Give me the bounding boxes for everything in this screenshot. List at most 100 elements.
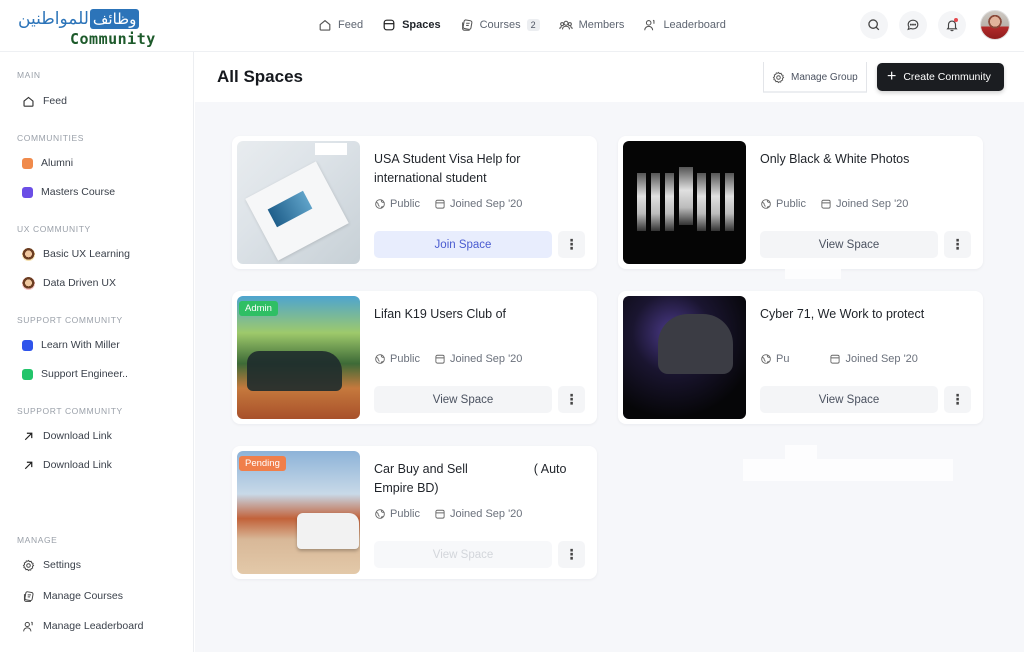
more-vertical-icon: ⋮ — [950, 236, 965, 252]
messages-button[interactable] — [899, 11, 927, 39]
logo-english-text: Community — [70, 30, 156, 48]
globe-icon — [761, 199, 771, 209]
calendar-icon — [435, 354, 445, 364]
joined-date: Joined Sep '20 — [449, 508, 523, 520]
space-title: Cyber 71, We Work to protect — [760, 307, 925, 321]
space-card: Pending Car Buy and Sell ( Auto Empire B… — [232, 446, 597, 579]
sidebar-item-label: Basic UX Learning — [43, 248, 130, 260]
user-avatar[interactable] — [980, 10, 1010, 40]
ghost-artifact — [785, 445, 817, 459]
sidebar-item-label: Settings — [43, 559, 81, 571]
space-card: Cyber 71, We Work to protect Pu Joined S… — [618, 291, 983, 424]
more-vertical-icon: ⋮ — [564, 391, 579, 407]
home-icon — [319, 19, 331, 31]
view-space-button-disabled: View Space — [374, 541, 552, 568]
more-options-button[interactable]: ⋮ — [558, 541, 585, 568]
nav-spaces[interactable]: Spaces — [382, 14, 441, 36]
nav-courses-label: Courses — [479, 19, 521, 31]
space-title: Lifan K19 Users Club of — [374, 307, 507, 321]
sidebar-item-label: Alumni — [41, 157, 74, 169]
color-square-icon — [22, 157, 33, 169]
plus-icon: + — [887, 68, 897, 85]
sidebar-item-learn-with-miller[interactable]: Learn With Miller — [22, 337, 120, 353]
space-thumbnail[interactable] — [623, 141, 746, 264]
logo-arabic-text: للمواطنين — [18, 9, 89, 29]
space-thumbnail[interactable]: Pending — [237, 451, 360, 574]
sidebar-item-masters-course[interactable]: Masters Course — [22, 184, 115, 200]
sidebar-item-label: Masters Course — [41, 186, 116, 198]
courses-icon — [23, 590, 34, 602]
ghost-artifact — [785, 269, 841, 279]
more-vertical-icon: ⋮ — [564, 236, 579, 252]
joined-date: Joined Sep '20 — [449, 353, 523, 365]
sidebar-item-download-link[interactable]: Download Link — [22, 428, 112, 444]
sidebar-section-title: SUPPORT COMMUNITY — [17, 406, 123, 416]
sidebar-item-basic-ux-learning[interactable]: Basic UX Learning — [22, 246, 130, 262]
more-vertical-icon: ⋮ — [564, 546, 579, 562]
arrow-up-right-icon — [24, 432, 33, 440]
more-options-button[interactable]: ⋮ — [558, 231, 585, 258]
sidebar-section-title: UX COMMUNITY — [17, 224, 91, 234]
sidebar-item-download-link[interactable]: Download Link — [22, 457, 112, 473]
sidebar-section-title: COMMUNITIES — [17, 133, 85, 143]
view-space-button[interactable]: View Space — [760, 386, 938, 413]
sidebar-item-label: Download Link — [43, 459, 112, 471]
sidebar-item-manage-leaderboard[interactable]: Manage Leaderboard — [22, 618, 143, 634]
logo-arabic-highlight: وظائف — [89, 9, 140, 29]
more-options-button[interactable]: ⋮ — [558, 386, 585, 413]
ghost-artifact — [743, 459, 953, 481]
logo[interactable]: للمواطنين وظائف Community — [18, 8, 156, 50]
space-thumbnail[interactable] — [237, 141, 360, 264]
gear-icon — [772, 71, 785, 83]
sidebar-section-title: MAIN — [17, 70, 41, 80]
calendar-icon — [435, 199, 445, 209]
nav-feed[interactable]: Feed — [318, 14, 363, 36]
sidebar-item-alumni[interactable]: Alumni — [22, 155, 73, 171]
space-meta: Public Joined Sep '20 — [760, 198, 922, 210]
notification-dot — [954, 18, 958, 22]
calendar-icon — [830, 354, 841, 364]
nav-members-label: Members — [578, 19, 625, 31]
space-meta: Public Joined Sep '20 — [374, 198, 536, 210]
color-square-icon — [22, 186, 33, 198]
avatar-icon — [22, 247, 35, 261]
nav-leaderboard-label: Leaderboard — [663, 19, 726, 31]
join-space-button[interactable]: Join Space — [374, 231, 552, 258]
visibility-label: Public — [390, 353, 420, 365]
sidebar-item-data-driven-ux[interactable]: Data Driven UX — [22, 275, 116, 291]
nav-spaces-label: Spaces — [402, 19, 441, 31]
avatar-icon — [22, 276, 35, 290]
sidebar-item-label: Feed — [43, 95, 67, 107]
manage-group-button[interactable]: Manage Group — [763, 62, 867, 92]
space-card: Admin Lifan K19 Users Club of Public Joi… — [232, 291, 597, 424]
space-thumbnail[interactable]: Admin — [237, 296, 360, 419]
color-square-icon — [22, 368, 33, 380]
space-meta: Public Joined Sep '20 — [374, 353, 536, 365]
sidebar-item-manage-courses[interactable]: Manage Courses — [22, 588, 123, 604]
nav-members[interactable]: Members — [558, 14, 625, 36]
search-button[interactable] — [860, 11, 888, 39]
sidebar-item-settings[interactable]: Settings — [22, 557, 81, 573]
notifications-button[interactable] — [938, 11, 966, 39]
more-vertical-icon: ⋮ — [950, 391, 965, 407]
space-card: Only Black & White Photos Public Joined … — [618, 136, 983, 269]
nav-leaderboard[interactable]: Leaderboard — [643, 14, 726, 36]
space-thumbnail[interactable] — [623, 296, 746, 419]
sidebar-item-feed[interactable]: Feed — [22, 93, 67, 109]
sidebar-item-support-engineer[interactable]: Support Engineer.. — [22, 366, 128, 382]
more-options-button[interactable]: ⋮ — [944, 386, 971, 413]
create-community-button[interactable]: + Create Community — [877, 63, 1004, 91]
top-bar: للمواطنين وظائف Community Feed Spaces Co… — [0, 0, 1024, 52]
members-icon — [558, 20, 573, 30]
leaderboard-icon — [644, 19, 655, 31]
color-square-icon — [22, 339, 33, 351]
main-header: All Spaces Manage Group + Create Communi… — [195, 52, 1024, 102]
sidebar-item-label: Manage Leaderboard — [43, 620, 144, 632]
nav-feed-label: Feed — [338, 19, 364, 31]
space-meta: Pu Joined Sep '20 — [760, 353, 932, 365]
more-options-button[interactable]: ⋮ — [944, 231, 971, 258]
globe-icon — [375, 509, 385, 519]
view-space-button[interactable]: View Space — [374, 386, 552, 413]
view-space-button[interactable]: View Space — [760, 231, 938, 258]
nav-courses[interactable]: Courses 2 — [460, 14, 540, 36]
